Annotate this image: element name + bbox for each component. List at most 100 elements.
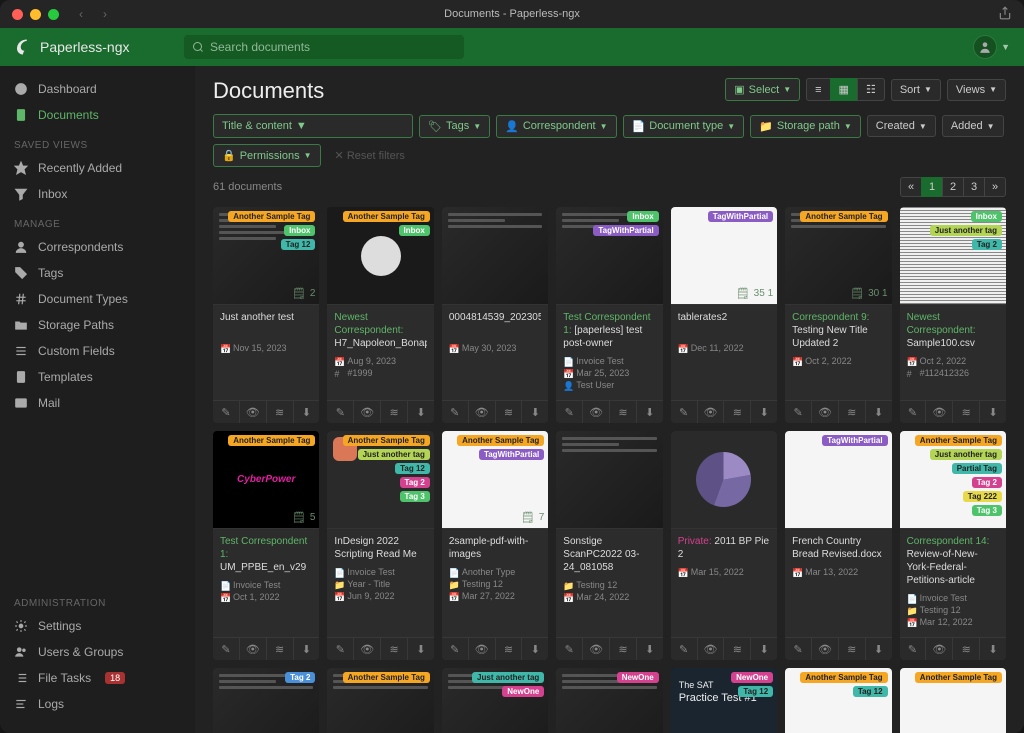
sort-button[interactable]: Sort ▼	[891, 79, 941, 101]
action-similar[interactable]: ≋	[724, 401, 751, 423]
action-preview[interactable]: 👁	[926, 638, 953, 660]
action-edit[interactable]: ✎	[327, 401, 354, 423]
tag-pill[interactable]: NewOne	[617, 672, 659, 683]
document-card[interactable]: Another Sample TagTagWithPartial🗒7 2sampl…	[442, 431, 548, 660]
window-close[interactable]	[12, 9, 23, 20]
tag-pill[interactable]: Inbox	[971, 211, 1002, 222]
tag-pill[interactable]: Tag 2	[400, 477, 430, 488]
action-similar[interactable]: ≋	[496, 401, 523, 423]
document-thumb[interactable]: Another Sample Tag Inbox	[327, 207, 433, 305]
document-card[interactable]: Another Sample TagJust another tagTag 12…	[327, 431, 433, 660]
action-preview[interactable]: 👁	[469, 638, 496, 660]
action-preview[interactable]: 👁	[698, 401, 725, 423]
action-download[interactable]: ⬇	[866, 638, 892, 660]
document-card[interactable]: Just another tagNewOne	[442, 668, 548, 733]
tag-pill[interactable]: Tag 2	[972, 477, 1002, 488]
window-maximize[interactable]	[48, 9, 59, 20]
document-thumb[interactable]: TagWithPartial🗒35 1	[671, 207, 777, 305]
tag-pill[interactable]: Another Sample Tag	[915, 435, 1002, 446]
action-preview[interactable]: 👁	[240, 638, 267, 660]
profile-menu[interactable]	[973, 35, 997, 59]
action-edit[interactable]: ✎	[213, 401, 240, 423]
tag-pill[interactable]: Just another tag	[472, 672, 544, 683]
action-preview[interactable]: 👁	[240, 401, 267, 423]
action-edit[interactable]: ✎	[442, 638, 469, 660]
tag-pill[interactable]: Just another tag	[930, 449, 1002, 460]
title-content-filter[interactable]: Title & content▼	[213, 114, 413, 138]
document-thumb[interactable]: Tag 2	[213, 668, 319, 733]
document-card[interactable]: 0004814539_20230531📅 May 30, 2023✎👁≋⬇	[442, 207, 548, 423]
search-input[interactable]: Search documents	[184, 35, 464, 59]
action-similar[interactable]: ≋	[610, 401, 637, 423]
document-title[interactable]: Just another test	[220, 311, 312, 337]
action-preview[interactable]: 👁	[812, 401, 839, 423]
action-edit[interactable]: ✎	[327, 638, 354, 660]
action-download[interactable]: ⬇	[751, 401, 777, 423]
document-thumb[interactable]: TagWithPartial	[785, 431, 891, 529]
tag-pill[interactable]: TagWithPartial	[479, 449, 544, 460]
sidebar-item-storage-paths[interactable]: Storage Paths	[0, 312, 195, 338]
document-thumb[interactable]: Another Sample Tag Just another tag Partia…	[900, 431, 1006, 529]
action-similar[interactable]: ≋	[724, 638, 751, 660]
action-edit[interactable]: ✎	[442, 401, 469, 423]
correspondent-filter[interactable]: 👤 Correspondent ▼	[496, 115, 616, 138]
tag-pill[interactable]: Another Sample Tag	[228, 211, 315, 222]
permissions-filter[interactable]: 🔒 Permissions ▼	[213, 144, 321, 167]
document-title[interactable]: tablerates2	[678, 311, 770, 337]
tag-pill[interactable]: Another Sample Tag	[343, 211, 430, 222]
action-preview[interactable]: 👁	[698, 638, 725, 660]
document-card[interactable]: TagWithPartial🗒35 1tablerates2📅 Dec 11, …	[671, 207, 777, 423]
action-similar[interactable]: ≋	[839, 401, 866, 423]
sidebar-item-inbox[interactable]: Inbox	[0, 181, 195, 207]
document-title[interactable]: 2sample-pdf-with-images	[449, 535, 541, 561]
window-minimize[interactable]	[30, 9, 41, 20]
tag-pill[interactable]: Inbox	[284, 225, 315, 236]
action-edit[interactable]: ✎	[556, 638, 583, 660]
tag-pill[interactable]: Partial Tag	[952, 463, 1002, 474]
sidebar-item-correspondents[interactable]: Correspondents	[0, 234, 195, 260]
action-download[interactable]: ⬇	[866, 401, 892, 423]
document-thumb[interactable]: NewOne	[556, 668, 662, 733]
document-card[interactable]: Another Sample Tag🗒30 1Correspondent 9: …	[785, 207, 891, 423]
document-card[interactable]: Another Sample Tag	[900, 668, 1006, 733]
document-title[interactable]: French Country Bread Revised.docx	[792, 535, 884, 561]
sidebar-item-logs[interactable]: Logs	[0, 691, 195, 717]
document-thumb[interactable]	[556, 431, 662, 529]
document-thumb[interactable]: Another Sample TagInboxTag 12🗒2	[213, 207, 319, 305]
page-3[interactable]: 3	[963, 177, 985, 197]
document-thumb[interactable]: Another Sample Tag	[900, 668, 1006, 733]
document-card[interactable]: CyberPowerAnother Sample Tag🗒5Test Corre…	[213, 431, 319, 660]
select-button[interactable]: ▣ Select ▼	[725, 78, 800, 101]
action-download[interactable]: ⬇	[522, 638, 548, 660]
tag-pill[interactable]: Another Sample Tag	[800, 672, 887, 683]
tag-pill[interactable]: Inbox	[399, 225, 430, 236]
action-similar[interactable]: ≋	[610, 638, 637, 660]
tag-pill[interactable]: Another Sample Tag	[228, 435, 315, 446]
page-1[interactable]: 1	[921, 177, 943, 197]
document-thumb[interactable]: Another Sample TagTagWithPartial🗒7	[442, 431, 548, 529]
page-prev[interactable]: «	[900, 177, 922, 197]
tag-pill[interactable]: Another Sample Tag	[800, 211, 887, 222]
document-title[interactable]: Sonstige ScanPC2022 03-24_081058	[563, 535, 655, 574]
document-title[interactable]: 0004814539_20230531	[449, 311, 541, 337]
action-download[interactable]: ⬇	[751, 638, 777, 660]
page-2[interactable]: 2	[942, 177, 964, 197]
action-edit[interactable]: ✎	[213, 638, 240, 660]
document-card[interactable]: Another Sample TagInboxTag 12🗒2Just anot…	[213, 207, 319, 423]
tag-pill[interactable]: NewOne	[731, 672, 773, 683]
storage-path-filter[interactable]: 📁 Storage path ▼	[750, 115, 861, 138]
tag-pill[interactable]: Tag 2	[285, 672, 315, 683]
document-card[interactable]: Another Sample TagInboxNewest Correspond…	[327, 207, 433, 423]
document-title[interactable]: Newest Correspondent: Sample100.csv	[907, 311, 999, 350]
sidebar-item-tags[interactable]: Tags	[0, 260, 195, 286]
tags-filter[interactable]: 🏷 Tags ▼	[419, 115, 490, 138]
action-preview[interactable]: 👁	[583, 401, 610, 423]
document-card[interactable]: Another Sample TagTag 12	[785, 668, 891, 733]
sidebar-item-custom-fields[interactable]: Custom Fields	[0, 338, 195, 364]
sidebar-item-mail[interactable]: Mail	[0, 390, 195, 416]
sidebar-item-users-groups[interactable]: Users & Groups	[0, 639, 195, 665]
document-type-filter[interactable]: 📄 Document type ▼	[623, 115, 745, 138]
tag-pill[interactable]: TagWithPartial	[822, 435, 887, 446]
action-download[interactable]: ⬇	[637, 638, 663, 660]
sidebar-item-file-tasks[interactable]: File Tasks 18	[0, 665, 195, 691]
